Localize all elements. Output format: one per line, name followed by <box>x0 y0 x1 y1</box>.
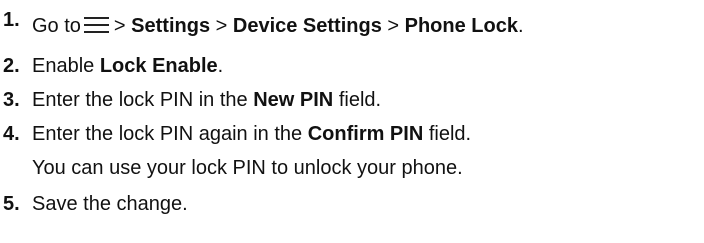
step-number: 2. <box>3 55 20 77</box>
step-4-note: You can use your lock PIN to unlock your… <box>32 157 463 179</box>
confirm-pin-label: Confirm PIN <box>307 123 424 145</box>
step-number: 1. <box>3 9 20 31</box>
new-pin-label: New PIN <box>253 89 334 111</box>
step-number: 3. <box>3 89 20 111</box>
instruction-list: 1. Go to > Settings > Device Settings > P… <box>0 0 704 243</box>
step-text: Save the change. <box>32 193 188 215</box>
device-settings-label: Device Settings <box>232 15 382 37</box>
step-text: Enter the lock PIN again in the Confirm … <box>32 123 472 145</box>
step-number: 5. <box>3 193 20 215</box>
lock-enable-label: Lock Enable <box>99 55 218 77</box>
menu-icon <box>83 17 109 33</box>
step-number: 4. <box>3 123 20 145</box>
step-text: Go to > Settings > Device Settings > Phon… <box>32 15 524 37</box>
phone-lock-label: Phone Lock <box>404 15 518 37</box>
step-text: Enter the lock PIN in the New PIN field. <box>32 89 382 111</box>
settings-label: Settings <box>131 15 211 37</box>
step-text: Enable Lock Enable. <box>32 55 224 77</box>
